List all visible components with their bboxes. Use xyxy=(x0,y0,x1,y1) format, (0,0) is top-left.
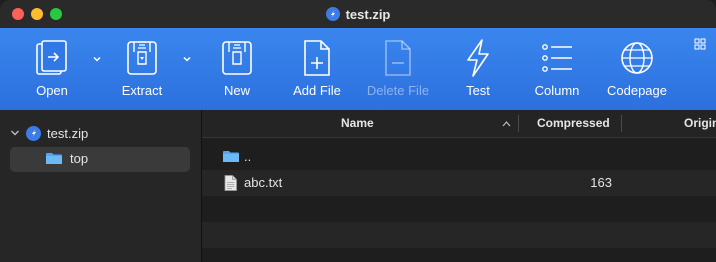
window-title: test.zip xyxy=(345,6,391,22)
folder-icon xyxy=(223,151,239,162)
zip-archive-icon xyxy=(325,7,340,21)
file-list-header: Name Compressed Origin xyxy=(202,110,716,138)
codepage-label: Codepage xyxy=(607,83,667,98)
delete-file-button[interactable]: Delete File xyxy=(360,38,436,104)
zip-archive-icon xyxy=(26,125,41,141)
table-row[interactable]: abc.txt 163 xyxy=(202,170,716,196)
text-file-icon xyxy=(224,175,237,191)
row-compressed xyxy=(522,144,612,170)
title-bar: test.zip xyxy=(0,0,716,28)
table-row-empty xyxy=(202,196,716,222)
extract-dropdown-chevron-icon[interactable] xyxy=(182,54,192,64)
extract-zip-icon xyxy=(127,41,157,75)
add-file-icon xyxy=(304,40,330,76)
sidebar: test.zip top xyxy=(0,110,202,262)
column-header-original[interactable]: Origin xyxy=(684,110,716,137)
lightning-icon xyxy=(467,39,489,77)
extract-label: Extract xyxy=(121,83,163,98)
table-row-empty xyxy=(202,222,716,248)
column-divider[interactable] xyxy=(518,115,519,132)
delete-file-icon xyxy=(385,40,411,76)
codepage-button[interactable]: Codepage xyxy=(599,38,675,104)
column-header-compressed[interactable]: Compressed xyxy=(537,110,610,137)
window-title-group: test.zip xyxy=(0,0,716,28)
tree-item-folder-top[interactable]: top xyxy=(10,147,190,172)
tree-item-archive[interactable]: test.zip xyxy=(10,124,88,142)
table-row-empty xyxy=(202,248,716,262)
sort-ascending-icon xyxy=(502,121,511,127)
add-file-label: Add File xyxy=(293,83,341,98)
tree-item-label: test.zip xyxy=(47,125,89,141)
column-list-icon xyxy=(542,44,572,72)
column-divider[interactable] xyxy=(621,115,622,132)
row-name: .. xyxy=(244,149,252,164)
toolbar: Open Extract New Add File Delete File Te… xyxy=(0,28,716,111)
add-file-button[interactable]: Add File xyxy=(279,38,355,104)
open-dropdown-chevron-icon[interactable] xyxy=(92,54,102,64)
app-window: test.zip Open Extract New Add File Delet… xyxy=(0,0,716,262)
new-button[interactable]: New xyxy=(199,38,275,104)
new-archive-icon xyxy=(222,41,252,75)
column-header-name[interactable]: Name xyxy=(341,110,374,137)
row-name: abc.txt xyxy=(244,175,283,190)
column-label: Column xyxy=(534,83,580,98)
folder-icon xyxy=(46,153,62,164)
delete-file-label: Delete File xyxy=(366,83,430,98)
table-row[interactable]: .. xyxy=(202,144,716,170)
globe-icon xyxy=(621,42,653,74)
column-button[interactable]: Column xyxy=(519,38,595,104)
customize-toolbar-icon[interactable] xyxy=(694,38,706,50)
row-compressed: 163 xyxy=(590,175,612,190)
file-list: Name Compressed Origin .. abc.txt 163 xyxy=(202,110,716,262)
extract-button[interactable]: Extract xyxy=(104,38,180,104)
test-button[interactable]: Test xyxy=(440,38,516,104)
test-label: Test xyxy=(466,83,490,98)
open-button[interactable]: Open xyxy=(14,38,90,104)
new-label: New xyxy=(223,83,250,98)
tree-item-label: top xyxy=(70,151,89,166)
open-icon xyxy=(36,40,67,75)
chevron-down-icon[interactable] xyxy=(10,128,20,138)
open-label: Open xyxy=(36,83,68,98)
